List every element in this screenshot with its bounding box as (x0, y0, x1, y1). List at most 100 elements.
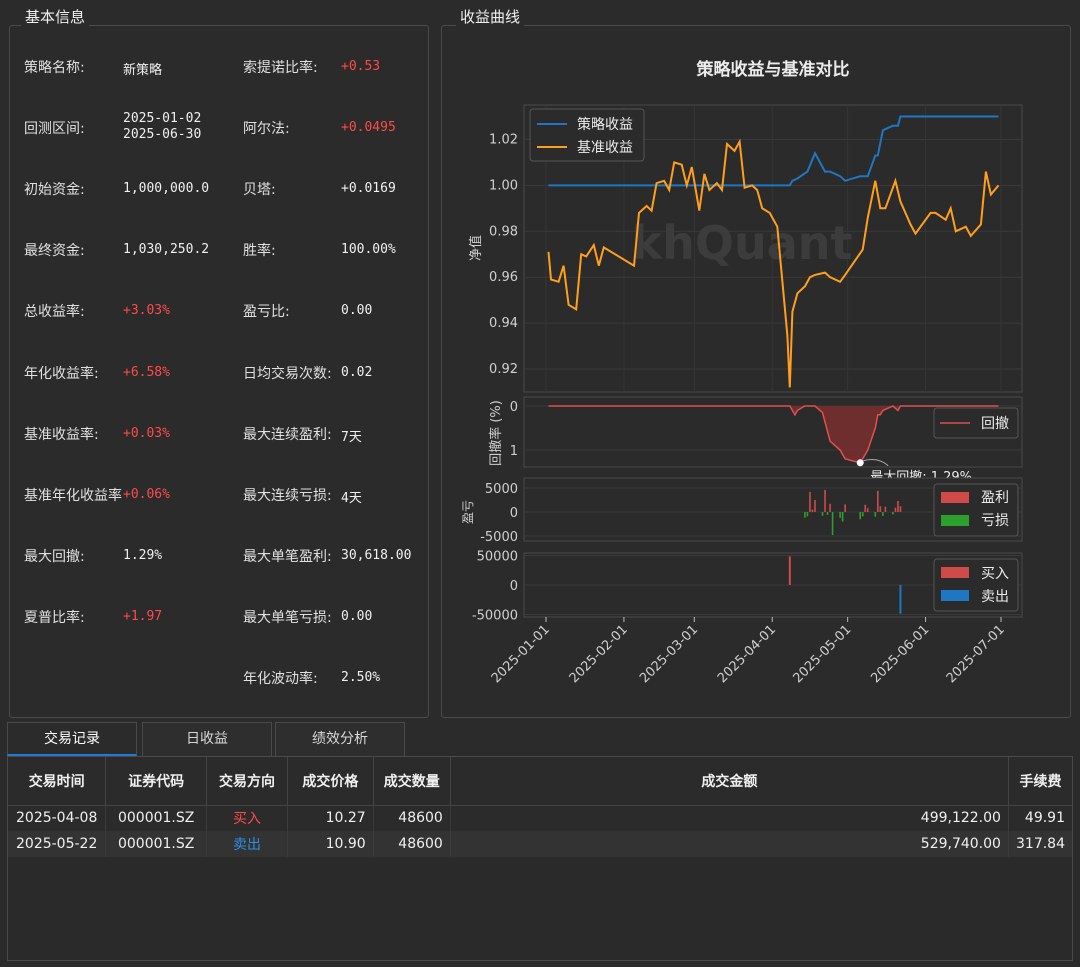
basic-info-title: 基本信息 (21, 6, 90, 27)
x-tick-label: 2025-05-01 (790, 622, 854, 686)
metric-label: 策略名称: (24, 60, 85, 76)
metric-label: 初始资金: (24, 182, 85, 199)
pnl-bar (844, 504, 846, 512)
metric-value: 7天 (341, 429, 362, 445)
metric-value: +0.53 (341, 59, 381, 74)
metric-value: +1.97 (123, 608, 163, 624)
max-drawdown-marker (856, 459, 864, 467)
metric-value: +3.03% (123, 303, 170, 319)
metric-label: 盈亏比: (243, 304, 290, 321)
pnl-bar (841, 512, 844, 522)
metric-value: 1.29% (123, 547, 163, 563)
cell-price: 10.27 (287, 805, 374, 831)
cell-amount: 529,740.00 (450, 831, 1009, 857)
tab-daily-returns[interactable]: 日收益 (142, 722, 272, 756)
y-tick-label: 0 (510, 400, 518, 415)
metric-value: +0.0495 (341, 120, 396, 136)
metric-label: 年化收益率: (24, 365, 99, 382)
pnl-bar (824, 489, 826, 512)
cell-code: 000001.SZ (105, 805, 207, 831)
y-tick-label: -5000 (480, 530, 518, 545)
pnl-bar (821, 512, 824, 516)
pnl-bar (884, 506, 887, 512)
x-tick-label: 2025-01-01 (489, 622, 553, 686)
legend-label: 买入 (981, 566, 1009, 582)
x-tick-label: 2025-02-01 (567, 622, 631, 686)
cell-code: 000001.SZ (105, 831, 207, 857)
metric-label: 最终资金: (24, 243, 85, 260)
col-header-price[interactable]: 成交价格 (287, 757, 374, 806)
pnl-bar (806, 512, 809, 517)
y-tick-label: 50000 (477, 550, 518, 565)
metric-label: 日均交易次数: (243, 365, 332, 382)
legend-label: 卖出 (981, 589, 1009, 605)
metric-label: 回测区间: (24, 121, 85, 138)
y-tick-label: 0 (510, 579, 518, 594)
cell-quantity: 48600 (373, 831, 451, 857)
col-header-code[interactable]: 证券代码 (105, 757, 207, 806)
metric-value: +0.0169 (341, 181, 396, 197)
legend-label: 基准收益 (577, 139, 633, 156)
x-tick-label: 2025-07-01 (944, 622, 1008, 686)
col-header-time[interactable]: 交易时间 (8, 757, 107, 806)
pnl-bar (831, 512, 834, 536)
metric-value: 0.00 (341, 608, 373, 624)
pnl-bar (894, 507, 897, 512)
y-tick-label: 5000 (485, 482, 518, 497)
metric-label: 夏普比率: (24, 609, 85, 626)
returns-chart: 策略收益与基准对比 khQuant 1.02 1.00 0.98 0.96 0.94 0.… (461, 59, 1023, 686)
y-axis-label: 净值 (468, 235, 484, 261)
legend-label: 亏损 (981, 513, 1009, 529)
tab-trade-records[interactable]: 交易记录 (7, 722, 137, 756)
pnl-bar (892, 512, 894, 515)
table-row[interactable]: 2025-05-22 000001.SZ 卖出 10.90 48600 529,… (8, 831, 1072, 857)
col-header-amount[interactable]: 成交金额 (450, 757, 1009, 806)
col-header-quantity[interactable]: 成交数量 (373, 757, 451, 806)
metric-value: 1,030,250.2 (123, 242, 210, 258)
metric-label: 最大连续盈利: (243, 426, 332, 443)
legend-label: 回撤 (981, 416, 1009, 432)
cell-time: 2025-04-08 (8, 805, 107, 831)
y-tick-label: 0.94 (489, 316, 518, 331)
metric-label: 基准收益率: (24, 426, 99, 443)
metric-label: 基准年化收益率 (24, 487, 122, 504)
x-tick-label: 2025-06-01 (868, 622, 932, 686)
pnl-bar (859, 512, 862, 520)
pnl-bar (874, 512, 877, 517)
metric-value: +0.03% (123, 425, 170, 441)
col-header-fee[interactable]: 手续费 (1008, 757, 1072, 806)
cell-quantity: 48600 (373, 805, 451, 831)
curve-title: 收益曲线 (456, 6, 525, 27)
metric-label: 贝塔: (243, 182, 276, 199)
legend-label: 策略收益 (577, 116, 633, 133)
pnl-bar (864, 504, 867, 512)
y-tick-label: 0 (510, 506, 518, 521)
watermark: khQuant (632, 216, 853, 270)
cell-time: 2025-05-22 (8, 831, 107, 857)
metric-label: 阿尔法: (243, 121, 290, 138)
pnl-bar (829, 503, 831, 512)
tab-performance-analysis[interactable]: 绩效分析 (275, 722, 405, 756)
y-tick-label: 0.98 (489, 224, 518, 239)
legend-swatch (941, 492, 969, 503)
metric-value: 2.50% (341, 670, 381, 685)
legend-label: 盈利 (981, 490, 1009, 506)
cell-price: 10.90 (287, 831, 374, 857)
metric-label: 最大单笔盈利: (243, 548, 332, 565)
metric-value: 30,618.00 (341, 547, 412, 563)
sell-bar (899, 585, 902, 614)
y-tick-label: 0.92 (489, 362, 518, 377)
y-tick-label: 1 (510, 444, 518, 459)
metric-value: +0.06% (123, 486, 170, 502)
pnl-bar (897, 500, 899, 512)
metric-value: 新策略 (123, 63, 163, 78)
metric-value: 0.02 (341, 364, 373, 380)
table-row[interactable]: 2025-04-08 000001.SZ 买入 10.27 48600 499,… (8, 805, 1072, 831)
pnl-y-label: 盈亏 (461, 500, 475, 524)
metric-label: 索提诺比率: (243, 60, 318, 76)
cell-direction: 卖出 (206, 831, 289, 857)
pnl-bar (879, 506, 882, 512)
pnl-bar (877, 490, 879, 512)
cell-direction: 买入 (206, 805, 289, 831)
col-header-direction[interactable]: 交易方向 (206, 757, 289, 806)
